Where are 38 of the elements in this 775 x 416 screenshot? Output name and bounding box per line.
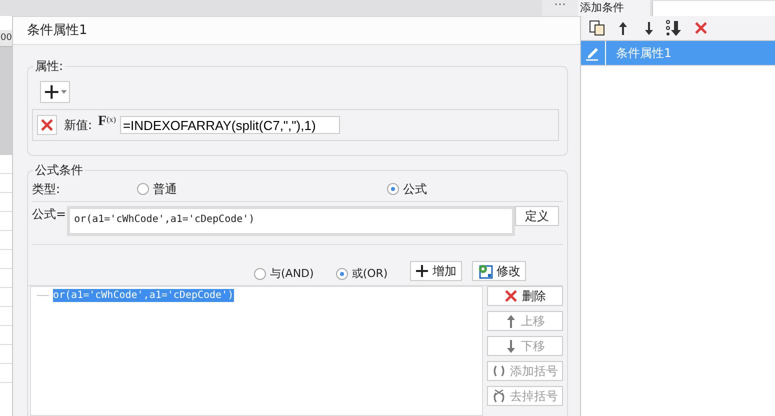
more-icon[interactable]: ⋯ [542, 0, 578, 16]
field-label: 类型: [32, 180, 62, 198]
remove-property-button[interactable] [37, 115, 57, 135]
brackets-cross-icon [492, 389, 506, 403]
arrow-down-icon [643, 20, 655, 36]
field-label: 公式= [32, 206, 66, 223]
column-header: 00 [0, 30, 12, 47]
add-button[interactable]: 增加 [410, 261, 462, 281]
dots-arrow-down-icon [666, 20, 684, 36]
brackets-icon [492, 364, 506, 378]
caret-icon [61, 90, 67, 94]
pencil-icon [585, 45, 601, 61]
radio-option[interactable]: 公式 [387, 180, 427, 198]
radio-option[interactable]: 或(OR) [336, 266, 388, 281]
action-button[interactable]: 删除 [487, 286, 563, 306]
group-legend: 公式条件 [33, 162, 85, 179]
edit-button[interactable]: 修改 [472, 261, 526, 281]
close-icon [40, 118, 54, 132]
define-button[interactable]: 定义 [515, 206, 560, 226]
arrow-up-icon [505, 314, 517, 328]
plus-icon [414, 264, 429, 278]
formula-input[interactable]: =INDEXOFARRAY(split(C7,","),1) [120, 116, 340, 134]
radio-option[interactable]: 普通 [137, 180, 387, 198]
copy-icon [589, 20, 605, 36]
radio-option[interactable]: 与(AND) [254, 266, 314, 281]
close-icon [504, 289, 518, 303]
close-icon [694, 21, 708, 35]
dialog-title: 条件属性1 [13, 17, 580, 45]
copy-button[interactable] [587, 18, 607, 38]
group-legend: 属性: [33, 58, 66, 75]
arrow-up-icon [617, 20, 629, 36]
formula-field[interactable]: or(a1='cWhCode',a1='cDepCode') [67, 206, 516, 236]
field-label: 新值: [64, 116, 92, 134]
panel-tab[interactable]: 添加条件 [578, 0, 650, 16]
top-field[interactable] [652, 1, 775, 16]
add-property-button[interactable] [40, 81, 70, 103]
arrow-down-icon [505, 338, 517, 354]
plus-icon [43, 83, 60, 101]
